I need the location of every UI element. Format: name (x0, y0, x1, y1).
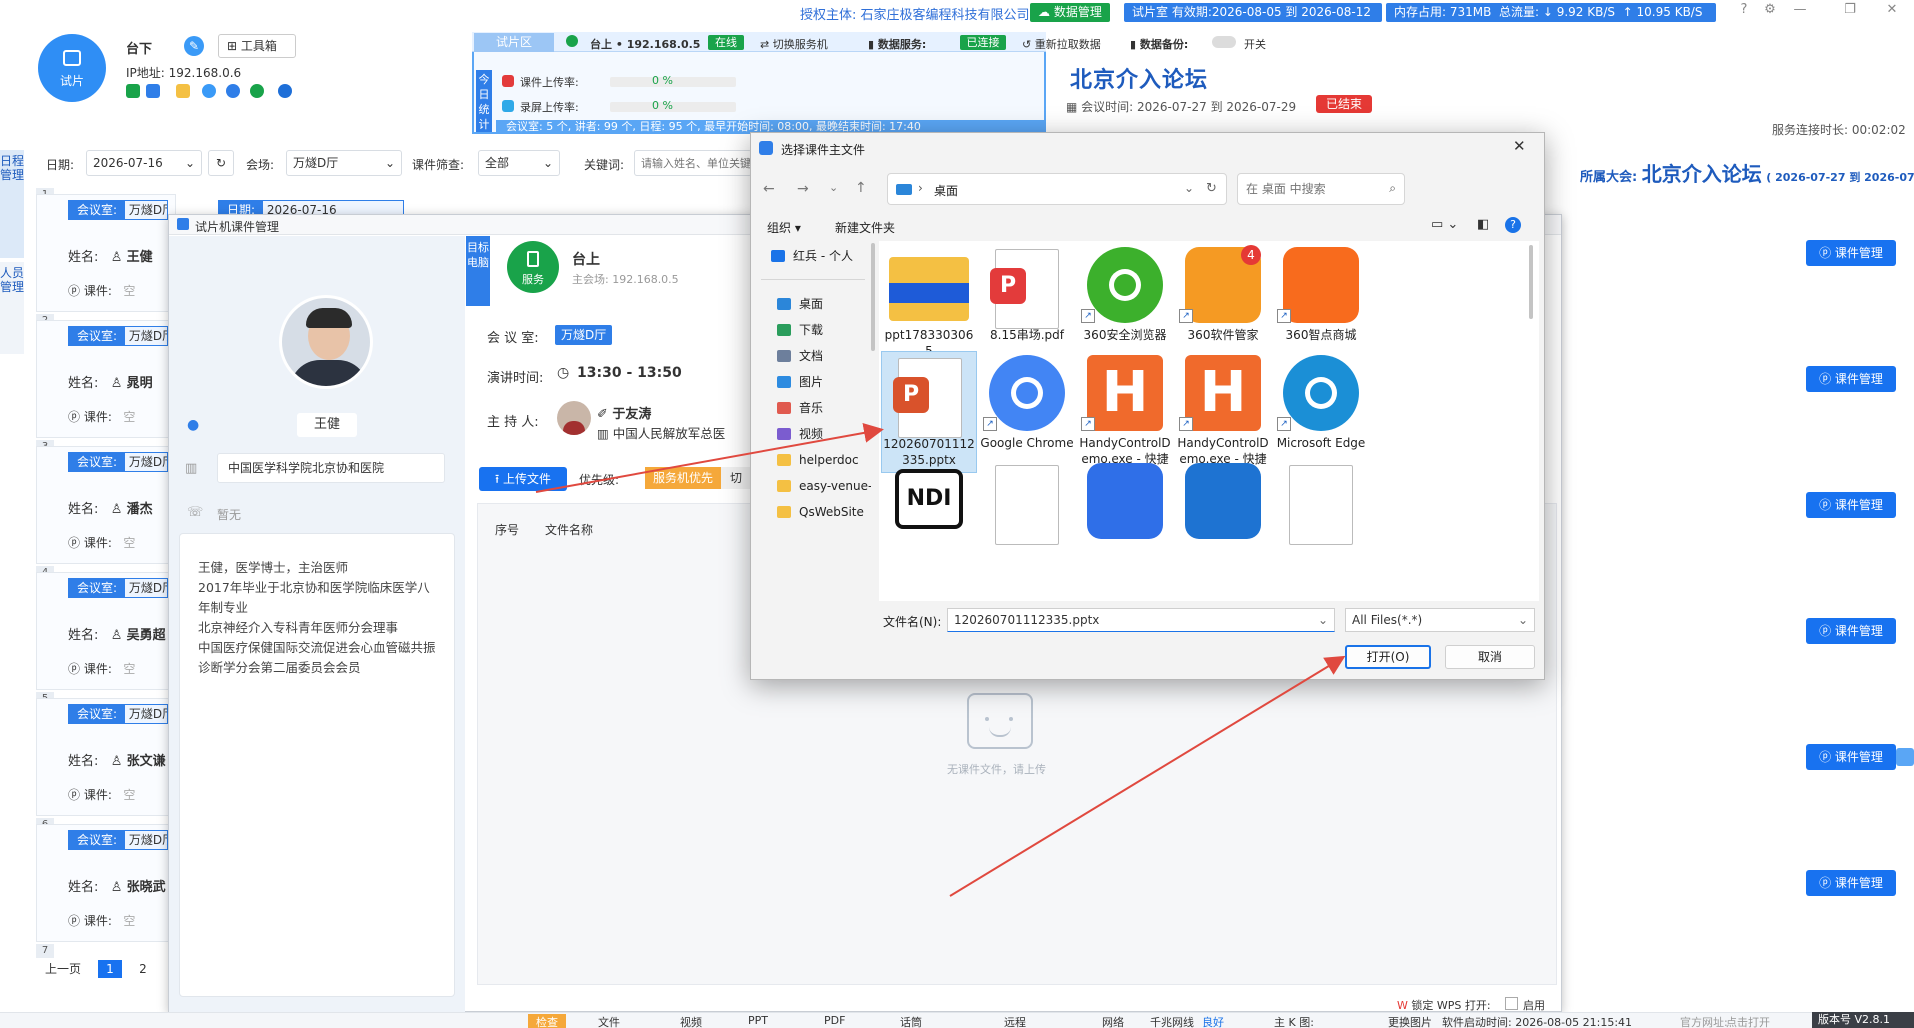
annotation-arrows (535, 422, 1346, 897)
arrow-to-file (535, 422, 884, 493)
arrow-to-open-button (949, 655, 1346, 897)
